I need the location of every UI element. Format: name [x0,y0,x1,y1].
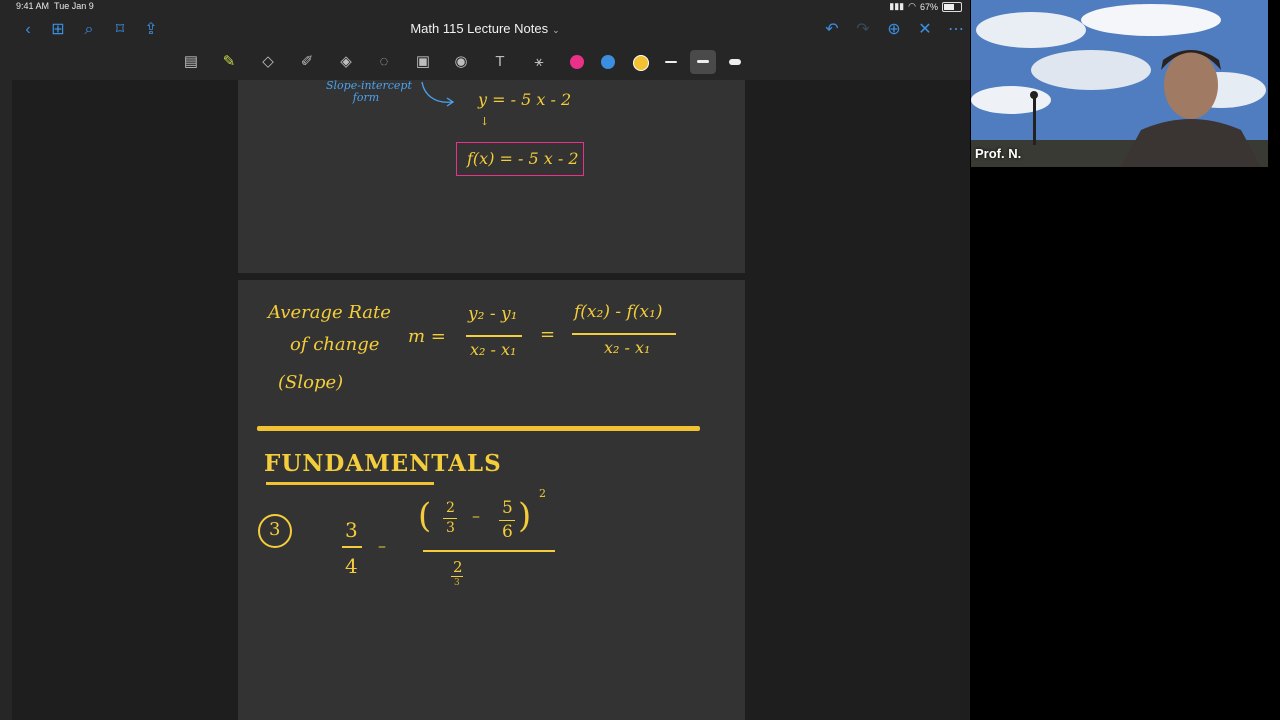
highlighter-icon[interactable]: ✐ [296,51,318,73]
minus-sign: – [378,536,386,555]
equation-f: f(x) = - 5 x - 2 [467,149,579,168]
fraction-bar-2 [572,333,676,335]
term-line-3: (Slope) [278,372,344,393]
wifi-icon: ◠ [908,1,916,11]
main-fraction-bar [423,550,555,552]
shapes-icon[interactable]: ◈ [335,51,357,73]
left-paren: ( [418,496,432,536]
inner1-denominator: 3 [446,520,455,536]
status-time: 9:41 AM [16,1,50,11]
term-line-1: Average Rate [268,302,391,323]
thick-stroke-option[interactable] [729,59,741,65]
slope-intercept-note: Slope-intercept form [326,79,412,104]
inner1-numerator: 2 [446,500,455,516]
fraction-bar-1 [466,335,522,337]
inner-minus: – [472,506,480,525]
notes-page-1[interactable]: Slope-intercept form y = - 5 x - 2 ↓ f(x… [238,80,745,273]
eraser-icon[interactable]: ◇ [257,51,279,73]
bottom-numerator: 2 [453,558,463,576]
problem-number: 3 [269,519,281,540]
signal-icon: ▮▮▮ [889,1,905,11]
notes-page-2[interactable]: Average Rate of change (Slope) m = y₂ - … [238,280,745,720]
fundamentals-heading: FUNDAMENTALS [264,450,502,477]
equals-sign: = [540,324,556,345]
right-paren: ) [518,496,532,536]
term-line-2: of change [290,334,380,355]
equation-y: y = - 5 x - 2 [478,90,572,109]
numerator-1: y₂ - y₁ [468,304,518,324]
camera-icon[interactable]: ◉ [450,51,472,73]
ipad-screen: 9:41 AM Tue Jan 9 ▮▮▮ ◠ 67% ‹ ⊞ ⌕ ⌑ ⇪ Ma… [0,0,970,720]
blue-arrow [421,81,455,107]
denominator-1: x₂ - x₁ [470,340,517,359]
frac1-numerator: 3 [345,518,358,542]
chevron-down-icon: ⌄ [552,25,560,35]
bottom-denominator: 3 [454,578,460,588]
numerator-2: f(x₂) - f(x₁) [574,302,663,322]
laser-pointer-icon[interactable]: ⚹ [528,51,550,73]
problem-circle: 3 [258,514,292,548]
video-feed: Prof. N. [971,0,1268,167]
inner2-numerator: 5 [502,498,513,518]
close-icon[interactable]: ✕ [915,20,935,40]
denominator-2: x₂ - x₁ [604,338,651,357]
redo-icon[interactable]: ↷ [853,20,873,40]
exponent: 2 [539,487,546,500]
inner2-denominator: 6 [502,522,513,542]
pen-icon[interactable]: ✎ [218,51,240,73]
video-frame [971,0,1268,167]
down-arrow-icon: ↓ [480,115,490,128]
undo-icon[interactable]: ↶ [822,20,842,40]
m-equals: m = [408,326,446,347]
status-bar: 9:41 AM Tue Jan 9 ▮▮▮ ◠ 67% [0,0,970,12]
inner1-bar [443,518,457,520]
pink-color-swatch[interactable] [570,55,584,69]
boxed-function: f(x) = - 5 x - 2 [456,142,584,176]
inner2-bar [499,520,515,522]
text-icon[interactable]: T [489,51,511,73]
status-date: Tue Jan 9 [54,1,94,11]
image-icon[interactable]: ▣ [412,51,434,73]
navigation-bar: ‹ ⊞ ⌕ ⌑ ⇪ Math 115 Lecture Notes ⌄ ↶ ↷ ⊕ … [0,14,970,46]
thin-stroke-option[interactable] [665,61,677,63]
battery-icon [942,1,962,12]
bottom-bar [451,576,463,578]
section-divider [257,426,700,431]
yellow-color-swatch[interactable] [633,55,649,71]
bookmark-panel-icon[interactable]: ▤ [180,51,202,73]
lasso-icon[interactable]: ◌ [373,51,395,73]
heading-underline [266,482,434,485]
document-title-text: Math 115 Lecture Notes [410,21,549,36]
participant-name: Prof. N. [975,146,1022,161]
drawing-toolbar: ▤ ✎ ◇ ✐ ◈ ◌ ▣ ◉ T ⚹ [0,48,970,76]
battery-percent: 67% [919,1,938,12]
medium-stroke-option[interactable] [697,60,709,63]
frac1-denominator: 4 [345,554,358,578]
blue-color-swatch[interactable] [601,55,615,69]
add-page-icon[interactable]: ⊕ [884,20,904,40]
more-icon[interactable]: ⋯ [946,20,966,40]
frac1-bar [342,546,362,548]
